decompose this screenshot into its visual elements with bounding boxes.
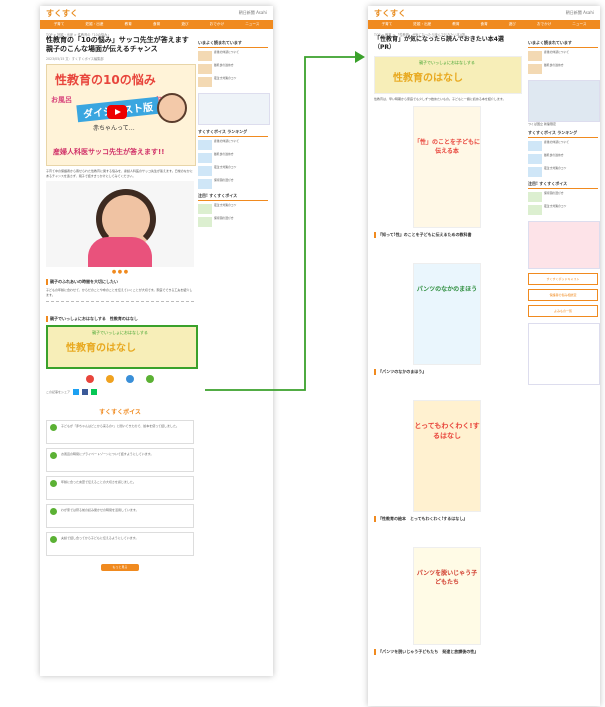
nav-item[interactable]: 食育 — [480, 22, 487, 27]
book-desc-3 — [374, 525, 520, 543]
ranking-item[interactable]: 離乳食の進め方 — [528, 153, 598, 164]
book-caption-2: 『パンツのなかのまほう』 — [374, 368, 520, 375]
main-column: 「性教育」が気になったら読んでおきたい本4選（PR） 親子でいっしょにおはなしす… — [374, 36, 522, 655]
site-logo[interactable]: すくすく — [374, 8, 406, 19]
sidebar-link[interactable]: よみもの一覧 — [528, 305, 598, 317]
sidebar-ad-caption[interactable]: つくば国立 新築限定 — [528, 122, 598, 126]
sidebar-item-text: 離乳食の進め方 — [544, 63, 564, 67]
sidebar: いまよく読まれています 産後の体調について 離乳食の進め方 つくば国立 新築限定… — [528, 36, 600, 385]
featured-item-text: 夜泣き対策のコツ — [544, 204, 567, 208]
article-title: 「性教育」が気になったら読んでおきたい本4選（PR） — [374, 36, 504, 51]
book-title: 「性」のことを子どもに伝える本 — [414, 138, 481, 155]
book-title: パンツのなかのまほう — [416, 285, 478, 293]
article-page-screenshot-right: すくすく 朝日新聞 Asahi 子育て 妊娠・出産 教育 食育 遊び おでかけ … — [368, 6, 600, 706]
book-title: パンツを脱いじゃう子どもたち — [416, 569, 478, 586]
banner-title: 性教育のはなし — [393, 73, 463, 84]
sidebar-title-ranking: すくすくボイス ランキング — [528, 130, 598, 138]
ranking-item[interactable]: 産後の体調について — [528, 140, 598, 151]
ranking-item[interactable]: 夜泣き対策のコツ — [528, 166, 598, 177]
sidebar-list — [528, 323, 600, 385]
nav-item[interactable]: 子育て — [382, 22, 393, 27]
sidebar-item-text: 産後の体調について — [544, 50, 570, 54]
intro-paragraph: 性教育は、早い時期から家庭でも少しずつ始めたいもの。子どもと一緒に読める本を紹介… — [374, 97, 506, 101]
sidebar-item[interactable]: 離乳食の進め方 — [528, 63, 598, 74]
site-tagline: 朝日新聞 Asahi — [565, 10, 594, 15]
ranking-item-text: 離乳食の進め方 — [544, 153, 564, 157]
book-cover-2[interactable]: パンツのなかのまほう — [413, 262, 481, 365]
sidebar-banner-podcast[interactable] — [528, 221, 600, 269]
book-desc-1 — [374, 241, 520, 259]
sidebar-link[interactable]: すくすくポッドキャスト — [528, 273, 598, 285]
ranking-item-text: 産後の体調について — [544, 140, 570, 144]
nav-item[interactable]: ニュース — [572, 22, 586, 27]
featured-item-text: 保育園の選び方 — [544, 191, 564, 195]
ranking-item-text: 夜泣き対策のコツ — [544, 166, 567, 170]
nav-item[interactable]: おでかけ — [537, 22, 551, 27]
book-caption-4: 『パンツを脱いじゃう子どもたち 発達と放課後の性』 — [374, 648, 520, 655]
nav-item[interactable]: 教育 — [452, 22, 459, 27]
sidebar-title-featured: 注目! すくすくボイス — [528, 181, 598, 189]
global-nav: 子育て 妊娠・出産 教育 食育 遊び おでかけ ニュース — [368, 20, 600, 29]
sidebar-ad[interactable] — [528, 80, 600, 122]
header-banner[interactable]: 親子でいっしょにおはなしする 性教育のはなし — [374, 56, 522, 94]
nav-item[interactable]: 妊娠・出産 — [413, 22, 431, 27]
sidebar-link[interactable]: 保護者の悩み相談室 — [528, 289, 598, 301]
book-caption-1: 『知って!性』のことを子どもに伝えるための教科書 — [374, 231, 520, 238]
book-title: とってもわくわく!するはなし — [414, 421, 480, 440]
featured-item[interactable]: 保育園の選び方 — [528, 191, 598, 202]
nav-item[interactable]: 遊び — [509, 22, 516, 27]
banner-small-text: 親子でいっしょにおはなしする — [419, 60, 475, 65]
site-header: すくすく 朝日新聞 Asahi — [368, 6, 600, 20]
book-desc-2 — [374, 378, 520, 396]
book-cover-4[interactable]: パンツを脱いじゃう子どもたち — [413, 546, 481, 645]
book-cover-3[interactable]: とってもわくわく!するはなし — [413, 399, 481, 512]
sidebar-item[interactable]: 産後の体調について — [528, 50, 598, 61]
featured-item[interactable]: 夜泣き対策のコツ — [528, 204, 598, 215]
sidebar-title-popular: いまよく読まれています — [528, 40, 598, 48]
book-caption-3: 『性教育の絵本 とってもわくわく!するはなし』 — [374, 515, 520, 522]
book-cover-1[interactable]: 「性」のことを子どもに伝える本 — [413, 105, 481, 228]
